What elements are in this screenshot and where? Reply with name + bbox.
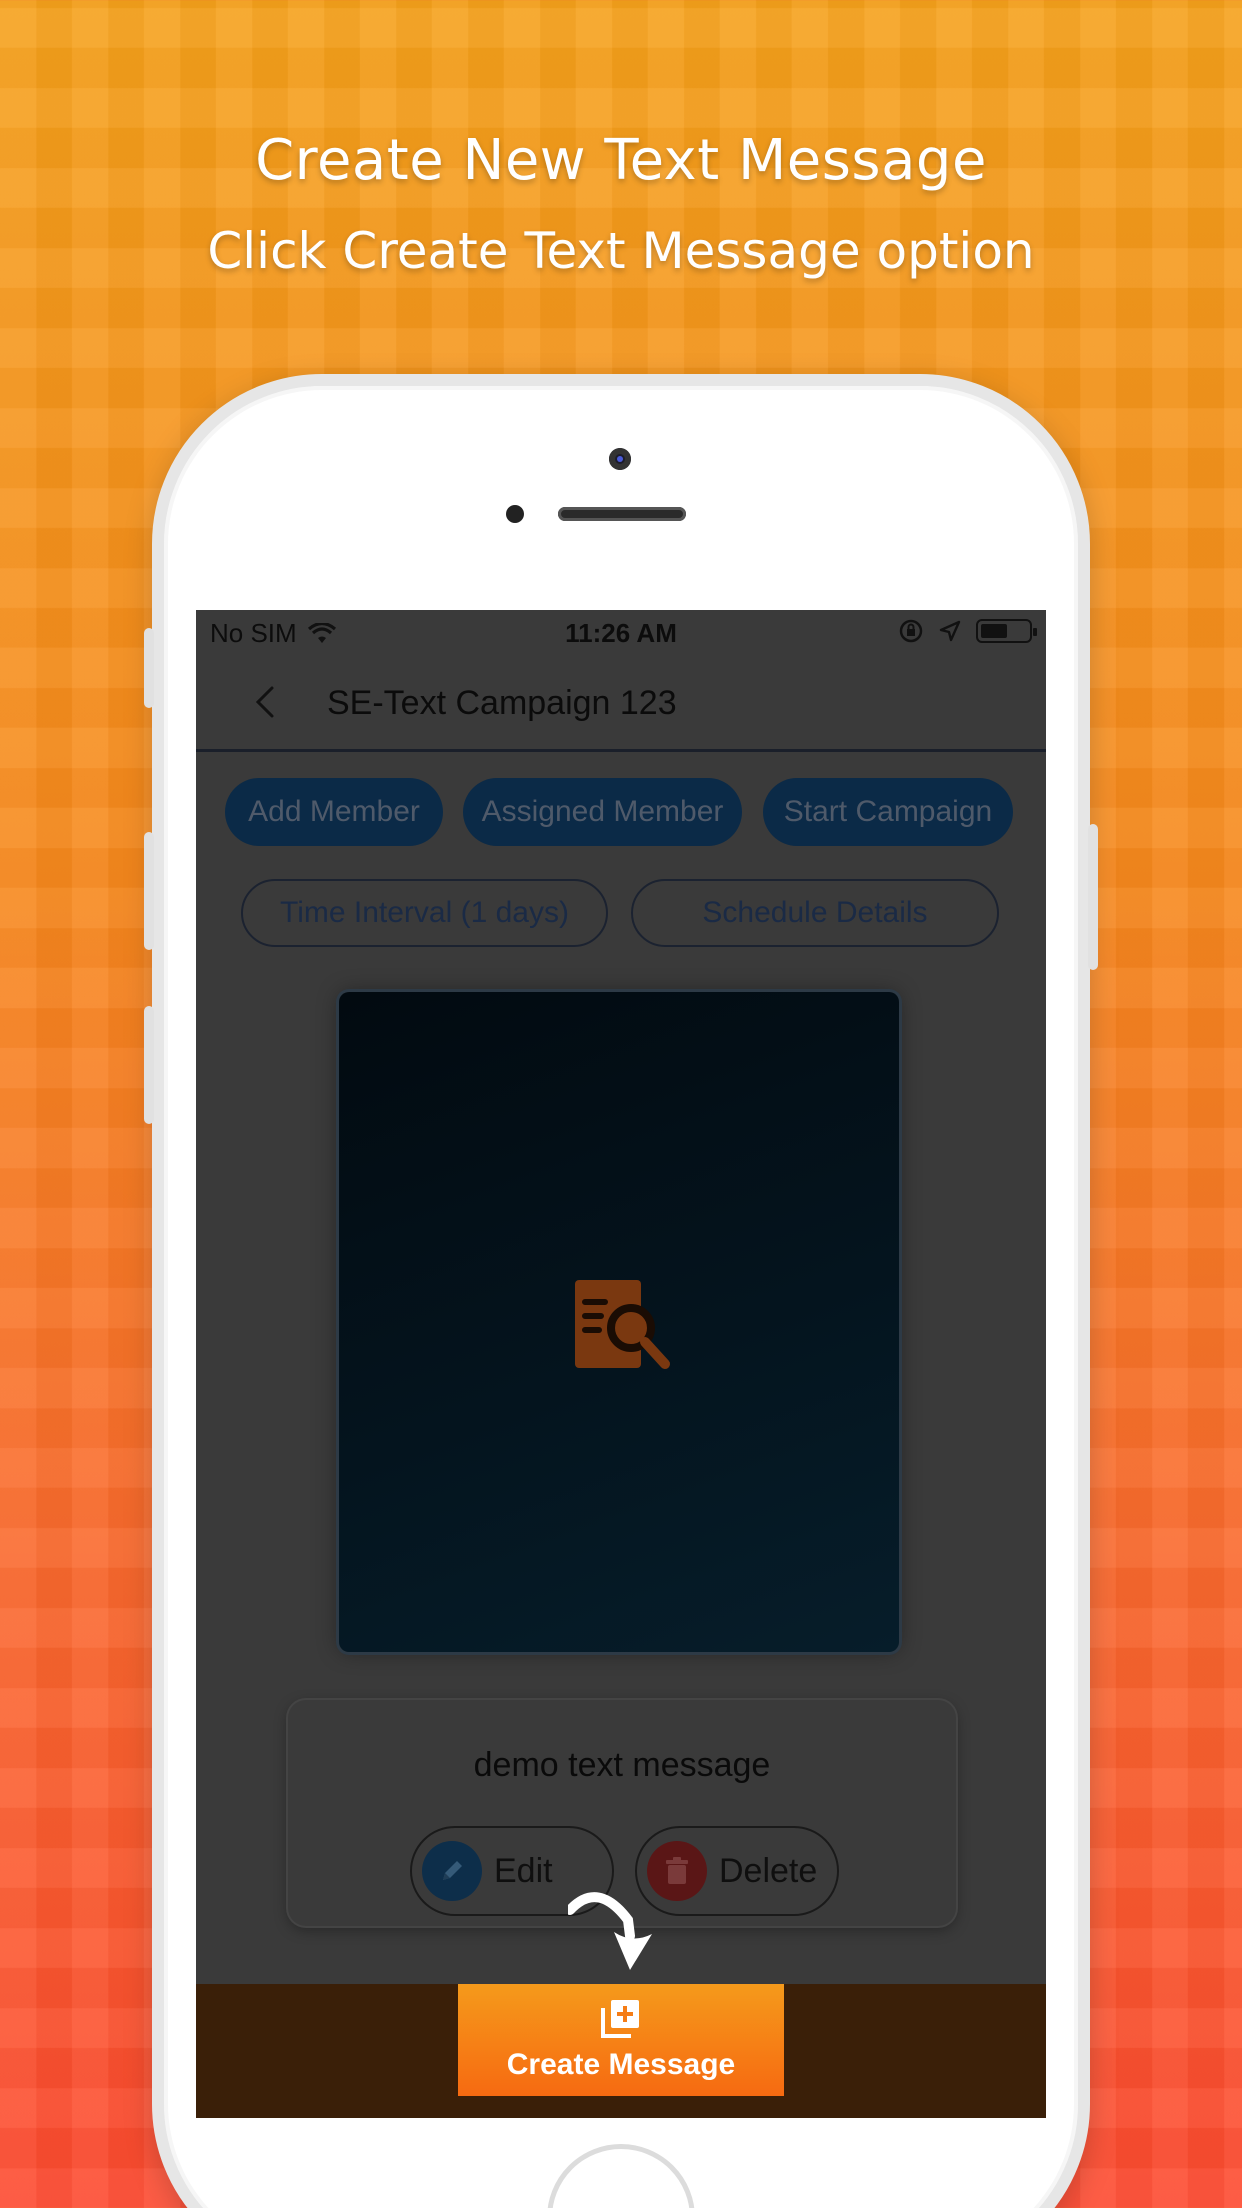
chevron-left-icon[interactable] — [246, 682, 286, 722]
phone-mute-switch — [144, 628, 154, 708]
location-icon — [939, 620, 961, 642]
phone-power-button — [1088, 824, 1098, 970]
delete-label: Delete — [719, 1851, 818, 1890]
edit-label: Edit — [494, 1851, 553, 1890]
create-message-label: Create Message — [506, 2048, 736, 2081]
orientation-lock-icon — [899, 619, 923, 643]
status-bar: No SIM 11:26 AM — [196, 610, 1046, 654]
start-campaign-button[interactable]: Start Campaign — [763, 778, 1013, 846]
bottom-bar: Create Message — [196, 1984, 1046, 2118]
phone-volume-down — [144, 1006, 154, 1124]
front-camera — [609, 448, 631, 470]
message-preview — [339, 992, 899, 1652]
assigned-member-button[interactable]: Assigned Member — [463, 778, 742, 846]
proximity-sensor — [506, 505, 524, 523]
promo-subheadline: Click Create Text Message option — [207, 222, 1035, 280]
promo-headline: Create New Text Message — [255, 128, 987, 193]
document-search-icon — [575, 1280, 670, 1369]
add-copy-icon — [601, 2000, 639, 2038]
nav-bar: SE-Text Campaign 123 — [196, 654, 1046, 752]
app-screen: No SIM 11:26 AM SE-Text Campaign 123 Add… — [196, 610, 1046, 2118]
page-title: SE-Text Campaign 123 — [327, 684, 677, 722]
phone-volume-up — [144, 832, 154, 950]
time-interval-button[interactable]: Time Interval (1 days) — [241, 879, 608, 947]
earpiece-speaker — [558, 507, 686, 521]
curved-arrow-icon — [568, 1892, 652, 1970]
schedule-details-button[interactable]: Schedule Details — [631, 879, 999, 947]
create-message-button[interactable]: Create Message — [458, 1984, 784, 2096]
battery-icon — [976, 619, 1037, 643]
message-text: demo text message — [473, 1746, 771, 1784]
add-member-button[interactable]: Add Member — [225, 778, 443, 846]
pencil-icon — [422, 1841, 482, 1901]
